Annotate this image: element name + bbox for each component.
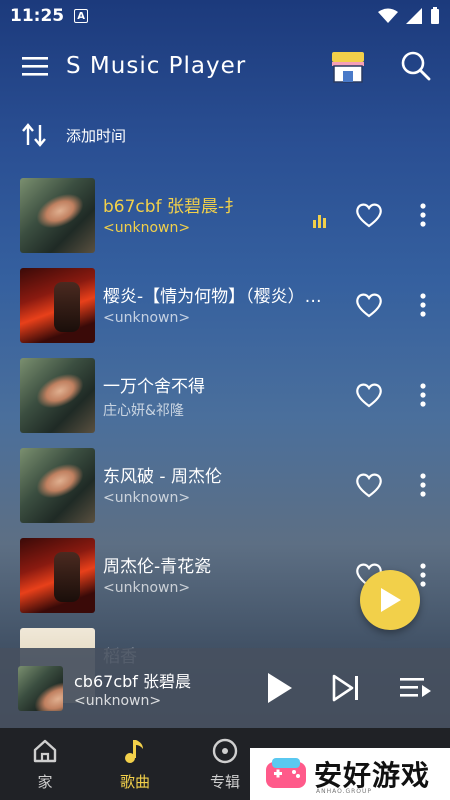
song-list: b67cbf 张碧晨-扌 <unknown> 樱炎-【情为何物】（樱炎）… <u… [0,172,450,712]
more-options-icon[interactable] [415,472,431,500]
heart-icon[interactable] [354,200,384,230]
play-icon[interactable] [262,670,296,706]
song-artist: <unknown> [103,580,191,596]
mini-album-art [18,666,63,711]
skip-next-icon[interactable] [330,672,362,704]
gamepad-logo-icon [266,758,306,788]
mini-player[interactable]: cb67cbf 张碧晨 <unknown> [0,648,450,728]
heart-icon[interactable] [354,290,384,320]
play-icon [381,588,401,612]
nav-songs-label: 歌曲 [119,772,150,791]
home-icon [33,739,57,762]
battery-icon [431,7,439,24]
watermark-badge: 安好游戏 ANHAO.GROUP [250,748,450,800]
song-title: 东风破 - 周杰伦 [103,467,222,487]
wifi-icon [378,8,398,23]
app-title: S Music Player [66,53,247,79]
nav-home[interactable]: 家 [0,728,90,800]
mini-player-artist: <unknown> [74,693,162,709]
song-row[interactable]: 一万个舍不得 庄心妍&祁隆 [0,352,450,442]
song-artist: <unknown> [103,310,191,326]
search-icon[interactable] [398,48,434,84]
more-options-icon[interactable] [415,202,431,230]
album-icon [212,738,238,763]
status-bar: 11:25 A [0,0,450,32]
sort-label: 添加时间 [66,126,127,145]
song-title: 周杰伦-青花瓷 [103,557,212,577]
album-art [20,358,95,433]
equalizer-icon [313,215,326,228]
sort-icon[interactable] [20,121,48,149]
shuffle-play-button[interactable] [360,570,420,630]
mini-player-title: cb67cbf 张碧晨 [74,672,191,691]
song-title: 一万个舍不得 [103,377,205,397]
hamburger-icon [22,57,48,76]
song-title: b67cbf 张碧晨-扌 [103,197,242,217]
watermark-subtext: ANHAO.GROUP [316,788,373,795]
song-artist: <unknown> [103,490,191,506]
song-artist: <unknown> [103,220,191,236]
more-options-icon[interactable] [415,562,431,590]
more-options-icon[interactable] [415,292,431,320]
nav-home-label: 家 [37,772,53,791]
album-art [20,178,95,253]
nav-albums-label: 专辑 [209,772,240,791]
album-art [20,538,95,613]
song-row[interactable]: 樱炎-【情为何物】（樱炎）… <unknown> [0,262,450,352]
status-time: 11:25 [10,6,65,26]
sort-bar[interactable]: 添加时间 [20,120,126,150]
nav-songs[interactable]: 歌曲 [90,728,180,800]
menu-button[interactable] [18,49,52,83]
app-bar: S Music Player [0,38,450,94]
song-row[interactable]: b67cbf 张碧晨-扌 <unknown> [0,172,450,262]
song-title: 樱炎-【情为何物】（樱炎）… [103,287,322,307]
album-art [20,448,95,523]
store-icon[interactable] [328,46,368,86]
song-row[interactable]: 东风破 - 周杰伦 <unknown> [0,442,450,532]
album-art [20,268,95,343]
heart-icon[interactable] [354,380,384,410]
signal-icon [406,8,422,24]
notification-icon: A [74,9,89,23]
heart-icon[interactable] [354,470,384,500]
more-options-icon[interactable] [415,382,431,410]
song-artist: 庄心妍&祁隆 [103,403,184,419]
queue-icon[interactable] [398,672,432,704]
music-note-icon [125,739,143,763]
